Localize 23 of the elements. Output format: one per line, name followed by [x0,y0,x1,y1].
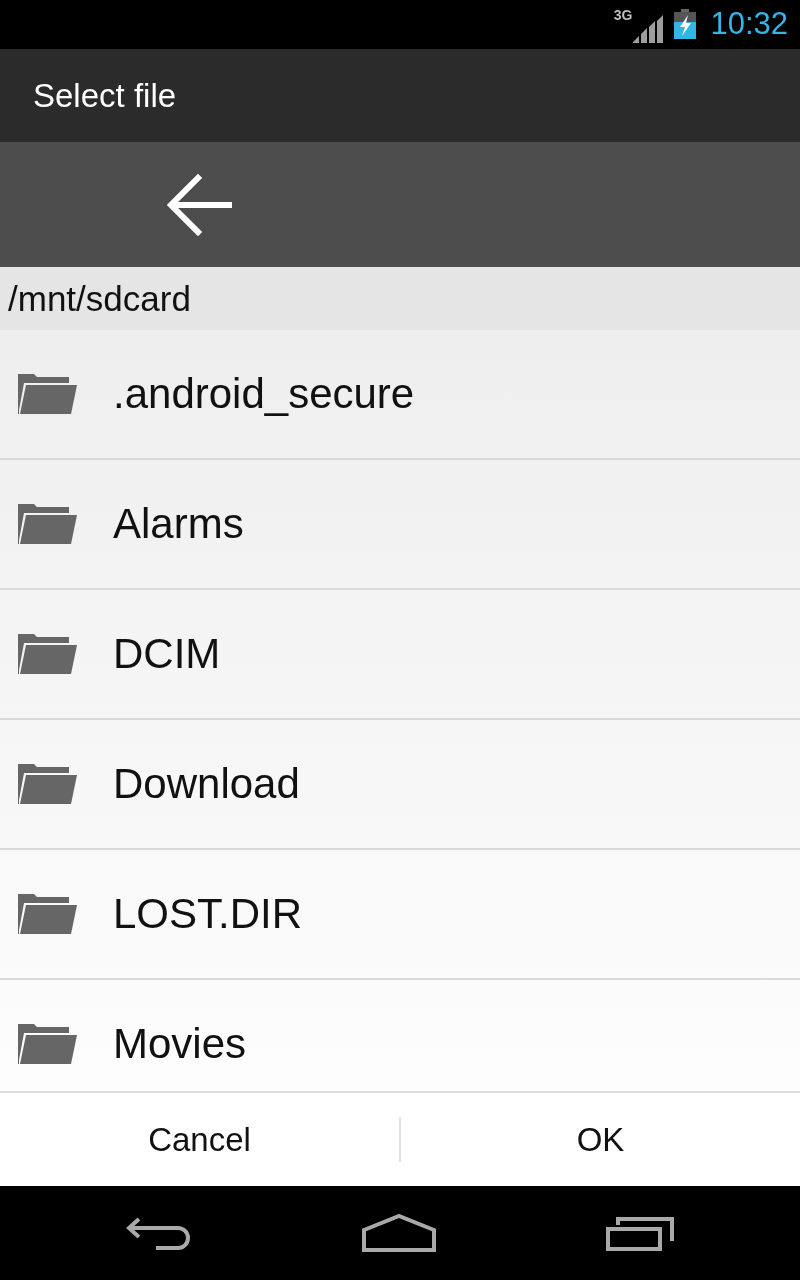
clock-time: 10:32 [710,6,788,43]
folder-item[interactable]: Download [0,719,800,850]
folder-icon [18,763,77,804]
folder-item[interactable]: LOST.DIR [0,849,800,980]
folder-icon [18,633,77,674]
folder-item[interactable]: .android_secure [0,329,800,460]
folder-icon [18,1023,77,1064]
folder-item[interactable]: Alarms [0,459,800,590]
folder-icon [18,373,77,414]
folder-icon [18,503,77,544]
signal-strength-icon [633,15,664,44]
back-icon[interactable] [126,1216,192,1251]
folder-item[interactable]: Movies [0,979,800,1091]
network-type-label: 3G [613,7,633,23]
home-icon[interactable] [362,1214,436,1253]
dialog-title: Select file [33,75,177,116]
folder-icon [18,893,77,934]
battery-charging-icon [674,9,697,40]
dialog-button[interactable]: OK [401,1092,800,1187]
current-path: /mnt/sdcard [8,277,191,320]
recent-apps-icon[interactable] [606,1215,674,1252]
dialog-button[interactable]: Cancel [0,1092,399,1187]
folder-item[interactable]: DCIM [0,589,800,720]
